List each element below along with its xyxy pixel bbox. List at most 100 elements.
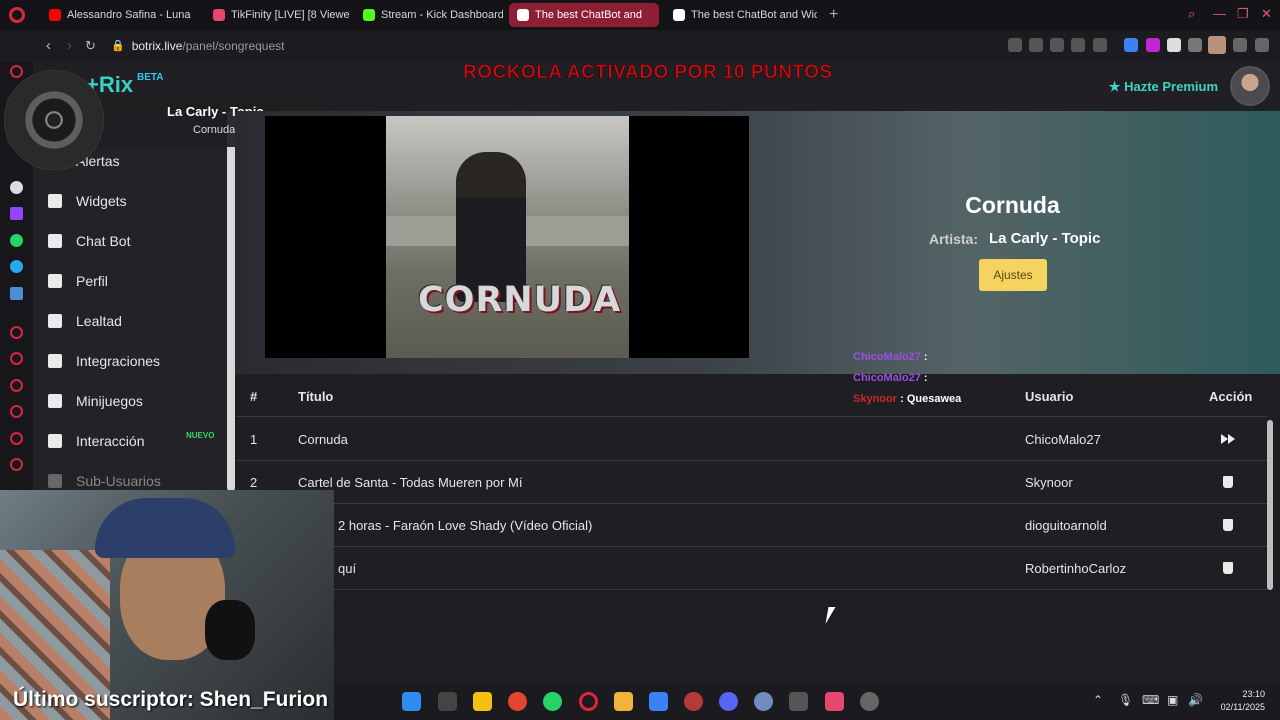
forward-button[interactable]: › — [59, 37, 80, 54]
chat-message: Skynoor : Quesawea — [853, 393, 962, 405]
play-icon[interactable] — [1071, 38, 1085, 52]
header-user: Usuario — [1025, 389, 1074, 404]
sidebar-item-sub-usuarios[interactable]: Sub-Usuarios — [48, 470, 161, 492]
store-icon[interactable] — [649, 692, 668, 711]
app-icon[interactable] — [684, 692, 703, 711]
botrix-icon — [517, 9, 529, 21]
download-icon[interactable] — [10, 405, 23, 418]
search-tabs-icon[interactable]: ⌕ — [1188, 6, 1195, 22]
grid-icon — [48, 194, 62, 208]
telegram-icon[interactable] — [10, 260, 23, 273]
taskbar-clock[interactable]: 23:10 02/11/2025 — [1215, 688, 1265, 714]
beta-badge: BETA — [137, 72, 164, 83]
sidebar-item-chat-bot[interactable]: Chat Bot — [48, 230, 130, 252]
whatsapp-icon[interactable] — [10, 234, 23, 247]
maximize-button[interactable]: ❐ — [1237, 6, 1249, 22]
search-icon[interactable] — [438, 692, 457, 711]
nuevo-badge: NUEVO — [186, 431, 215, 440]
sidebar-item-minijuegos[interactable]: Minijuegos — [48, 390, 143, 412]
tiktok-icon[interactable] — [825, 692, 844, 711]
user-avatar[interactable] — [1230, 66, 1270, 106]
clock-icon[interactable] — [10, 379, 23, 392]
keyboard-icon[interactable]: ⌨ — [1142, 693, 1159, 707]
extension-icon[interactable] — [1146, 38, 1160, 52]
skip-icon[interactable] — [1221, 432, 1235, 446]
sidebar-item-lealtad[interactable]: Lealtad — [48, 310, 122, 332]
tab-kick-dashboard[interactable]: Stream - Kick Dashboard — [355, 3, 503, 27]
url-field[interactable]: botrix.live/panel/songrequest — [132, 39, 285, 53]
webcam-overlay — [0, 490, 334, 720]
snapshot-icon[interactable] — [1029, 38, 1043, 52]
table-scrollbar[interactable] — [1267, 420, 1273, 590]
player-icon[interactable] — [10, 326, 23, 339]
sticky-notes-icon[interactable] — [473, 692, 492, 711]
download-icon[interactable] — [1233, 38, 1247, 52]
tray-chevron-icon[interactable]: ⌃ — [1093, 693, 1103, 707]
lock-icon: 🔒 — [111, 40, 125, 52]
tab-botrix[interactable]: The best ChatBot and Wic — [665, 3, 817, 27]
chat-message: ChicoMalo27 : — [853, 351, 928, 363]
obs-icon[interactable] — [789, 692, 808, 711]
heart-icon[interactable] — [1093, 38, 1107, 52]
reload-button[interactable]: ↻ — [80, 38, 101, 54]
volume-icon[interactable]: 🔊 — [1188, 693, 1203, 707]
tab-youtube[interactable]: Alessandro Safina - Luna — [41, 3, 199, 27]
close-window-button[interactable]: ✕ — [1261, 6, 1272, 22]
header-action: Acción — [1209, 389, 1253, 404]
tab-tikfinity[interactable]: TikFinity [LIVE] [8 Viewer — [205, 3, 349, 27]
profile-avatar[interactable] — [1208, 36, 1226, 54]
whatsapp-icon[interactable] — [543, 692, 562, 711]
trophy-icon — [48, 314, 62, 328]
music-icon — [48, 434, 62, 448]
ajustes-button[interactable]: Ajustes — [979, 259, 1047, 291]
history-icon[interactable] — [10, 65, 23, 78]
sidebar-item-interaccion[interactable]: Interacción — [48, 430, 144, 452]
twitch-icon[interactable] — [10, 207, 23, 220]
tab-botrix-active[interactable]: The best ChatBot and — [509, 3, 659, 27]
aria-icon[interactable] — [10, 181, 23, 194]
row-user: ChicoMalo27 — [1025, 432, 1101, 447]
pinboard-icon[interactable] — [10, 352, 23, 365]
start-icon[interactable] — [402, 692, 421, 711]
back-button[interactable]: ‹ — [38, 37, 59, 54]
botrix-icon — [673, 9, 685, 21]
sidebar-scrollbar[interactable] — [227, 111, 235, 491]
opera-icon[interactable] — [579, 692, 598, 711]
pin-icon[interactable] — [1008, 38, 1022, 52]
sidebar-item-integraciones[interactable]: Integraciones — [48, 350, 160, 372]
app-icon[interactable] — [10, 287, 23, 300]
trash-icon[interactable] — [1221, 475, 1235, 489]
shield-icon[interactable] — [1050, 38, 1064, 52]
cap-shape — [95, 498, 235, 558]
sidebar-item-widgets[interactable]: Widgets — [48, 190, 127, 212]
menu-icon[interactable] — [1255, 38, 1269, 52]
extension-icon[interactable] — [1167, 38, 1181, 52]
row-user: RobertinhoCarloz — [1025, 561, 1127, 576]
minimize-button[interactable]: — — [1213, 6, 1226, 21]
artist-label: Artista: — [929, 231, 979, 247]
row-title: quí — [338, 561, 357, 576]
youtube-icon — [49, 9, 61, 21]
trash-icon[interactable] — [1221, 561, 1235, 575]
microphone-icon[interactable]: 🎙 — [1118, 693, 1133, 707]
extensions-icon[interactable] — [10, 432, 23, 445]
app-icon[interactable] — [754, 692, 773, 711]
address-bar: ‹ › ↻ 🔒 botrix.live/panel/songrequest — [0, 30, 1280, 61]
app-icon[interactable] — [860, 692, 879, 711]
discord-icon[interactable] — [719, 692, 738, 711]
new-tab-button[interactable]: + — [829, 6, 838, 24]
chrome-icon[interactable] — [508, 692, 527, 711]
network-icon[interactable]: ▣ — [1167, 693, 1178, 707]
tikfinity-icon — [213, 9, 225, 21]
chat-message: ChicoMalo27 : — [853, 372, 928, 384]
premium-button[interactable]: ★ Hazte Premium — [1109, 79, 1218, 95]
extensions-puzzle-icon[interactable] — [1188, 38, 1202, 52]
row-divider — [237, 503, 1267, 504]
settings-icon[interactable] — [10, 458, 23, 471]
opera-menu-icon[interactable] — [9, 7, 25, 23]
rockola-banner: ROCKOLA ACTIVADO POR 10 PUNTOS — [463, 62, 833, 84]
trash-icon[interactable] — [1221, 518, 1235, 532]
extension-icon[interactable] — [1124, 38, 1138, 52]
file-explorer-icon[interactable] — [614, 692, 633, 711]
sidebar-item-perfil[interactable]: Perfil — [48, 270, 108, 292]
